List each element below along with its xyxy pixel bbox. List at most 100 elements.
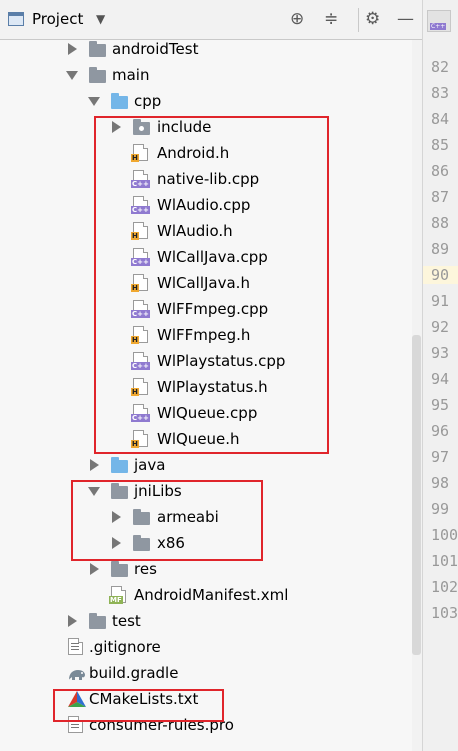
tree-item-label: test [112,612,141,630]
tree-item-cmakelists-txt[interactable]: CMakeLists.txt [0,686,412,712]
tree-item-wlffmpeg-cpp[interactable]: C++ WlFFmpeg.cpp [0,296,412,322]
project-toolbar: Project ▼ ⊕ ≑ ⚙ — [0,0,422,40]
tree-item-consumer-rules-pro[interactable]: consumer-rules.pro [0,712,412,738]
tree-item-label: CMakeLists.txt [89,690,199,708]
tree-item-build-gradle[interactable]: build.gradle [0,660,412,686]
tree-item-x86[interactable]: x86 [0,530,412,556]
tree-item-label: WlAudio.cpp [157,196,251,214]
file-type-badge: H [131,336,139,344]
tree-item-label: WlQueue.h [157,430,240,448]
line-number: 99 [431,500,450,518]
expand-down-icon[interactable] [88,97,100,106]
line-number: 103 [431,604,458,622]
cpp-file-icon: C++ [131,404,150,422]
text-lines [71,721,79,730]
crosshair-icon[interactable]: ⊕ [290,9,304,29]
gear-icon[interactable]: ⚙ [365,9,380,29]
expand-right-icon[interactable] [90,459,99,471]
tree-item-wlcalljava-h[interactable]: H WlCallJava.h [0,270,412,296]
file-type-badge: C++ [131,362,150,370]
tree-item-label: cpp [134,92,162,110]
cpp-file-tab-icon[interactable] [427,10,451,32]
expand-right-icon[interactable] [112,121,121,133]
file-type-badge: C++ [131,414,150,422]
expand-down-icon[interactable] [66,71,78,80]
tree-item-wlplaystatus-h[interactable]: H WlPlaystatus.h [0,374,412,400]
minimize-icon[interactable]: — [397,9,414,29]
file-type-badge: C++ [131,206,150,214]
file-type-badge: H [131,440,139,448]
source-folder-icon [111,93,128,109]
tree-item-wlffmpeg-h[interactable]: H WlFFmpeg.h [0,322,412,348]
expand-right-icon[interactable] [68,615,77,627]
line-number: 87 [431,188,450,206]
text-lines [71,643,79,652]
project-view-title[interactable]: Project [32,10,83,28]
file-type-badge: H [131,388,139,396]
tree-item-label: armeabi [157,508,219,526]
file-type-badge: H [131,232,139,240]
tree-item-main[interactable]: main [0,62,412,88]
folder-icon [89,613,106,629]
folder-icon [133,535,150,551]
expand-right-icon[interactable] [112,511,121,523]
file-type-badge: MF [109,596,123,604]
tree-item-wlaudio-h[interactable]: H WlAudio.h [0,218,412,244]
tree-item-res[interactable]: res [0,556,412,582]
line-number: 97 [431,448,450,466]
tree-item-armeabi[interactable]: armeabi [0,504,412,530]
tree-item-androidtest[interactable]: androidTest [0,40,412,62]
tree-item-include[interactable]: include [0,114,412,140]
tree-item-label: x86 [157,534,185,552]
tree-item-label: include [157,118,212,136]
expand-right-icon[interactable] [112,537,121,549]
line-number: 102 [431,578,458,596]
file-type-badge: C++ [131,310,150,318]
tree-item-gitignore[interactable]: .gitignore [0,634,412,660]
folder-icon [133,509,150,525]
tree-item-label: androidTest [112,40,199,58]
tree-item-cpp[interactable]: cpp [0,88,412,114]
line-number: 96 [431,422,450,440]
text-file-icon [68,638,83,655]
tree-item-wlplaystatus-cpp[interactable]: C++ WlPlaystatus.cpp [0,348,412,374]
tree-item-label: WlCallJava.cpp [157,248,268,266]
tree-item-label: AndroidManifest.xml [134,586,289,604]
line-number: 82 [431,58,450,76]
collapse-icon[interactable]: ≑ [324,9,338,29]
project-tree: androidTest main cpp include H Android.h C++ na… [0,40,412,751]
cpp-file-icon: C++ [131,300,150,318]
tree-item-native-lib-cpp[interactable]: C++ native-lib.cpp [0,166,412,192]
expand-right-icon[interactable] [68,43,77,55]
editor-gutter: 82 83 84 85 86 87 88 89 90 91 92 93 94 95 96 97 98 99 100 1… [422,0,458,751]
tree-item-wlqueue-h[interactable]: H WlQueue.h [0,426,412,452]
project-view-icon [8,12,24,26]
file-type-badge: H [131,284,139,292]
source-folder-icon [111,457,128,473]
tree-item-test[interactable]: test [0,608,412,634]
cpp-file-icon: C++ [131,352,150,370]
tree-item-label: java [134,456,166,474]
tree-item-java[interactable]: java [0,452,412,478]
tree-item-wlqueue-cpp[interactable]: C++ WlQueue.cpp [0,400,412,426]
folder-icon [111,483,128,499]
tree-scrollbar[interactable] [412,335,421,655]
tree-item-wlaudio-cpp[interactable]: C++ WlAudio.cpp [0,192,412,218]
line-number: 101 [431,552,458,570]
expand-down-icon[interactable] [88,487,100,496]
expand-right-icon[interactable] [90,563,99,575]
line-number: 85 [431,136,450,154]
chevron-down-icon[interactable]: ▼ [96,12,105,26]
tree-item-label: native-lib.cpp [157,170,260,188]
tree-item-wlcalljava-cpp[interactable]: C++ WlCallJava.cpp [0,244,412,270]
toolbar-divider [358,8,359,32]
tree-item-android-h[interactable]: H Android.h [0,140,412,166]
tree-item-jnilibs[interactable]: jniLibs [0,478,412,504]
tree-item-androidmanifest-xml[interactable]: MF AndroidManifest.xml [0,582,412,608]
tree-item-label: WlFFmpeg.cpp [157,300,269,318]
line-number: 94 [431,370,450,388]
line-number: 86 [431,162,450,180]
folder-icon [89,41,106,57]
text-file-icon [68,716,83,733]
header-file-icon: H [131,274,148,292]
